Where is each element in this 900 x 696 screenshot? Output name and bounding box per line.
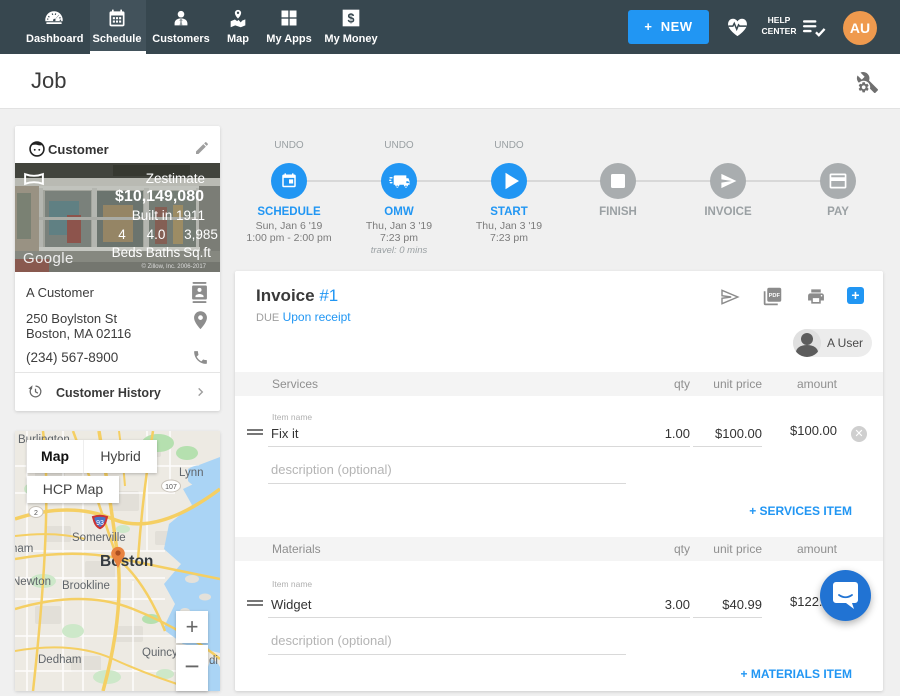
svg-text:2: 2 (34, 510, 38, 517)
svg-text:Newton: Newton (15, 576, 51, 588)
svg-text:Boston: Boston (100, 553, 153, 570)
svg-text:Brookline: Brookline (62, 580, 110, 592)
svg-text:PDF: PDF (769, 293, 781, 299)
svg-text:Somerville: Somerville (72, 532, 126, 544)
svg-text:di: di (209, 655, 218, 667)
svg-text:93: 93 (96, 520, 104, 527)
svg-text:Quincy: Quincy (142, 647, 178, 659)
svg-text:$: $ (348, 12, 355, 26)
svg-text:107: 107 (165, 484, 177, 491)
svg-text:ham: ham (15, 543, 33, 555)
svg-text:Lynn: Lynn (179, 467, 204, 479)
svg-text:Dedham: Dedham (38, 654, 81, 666)
